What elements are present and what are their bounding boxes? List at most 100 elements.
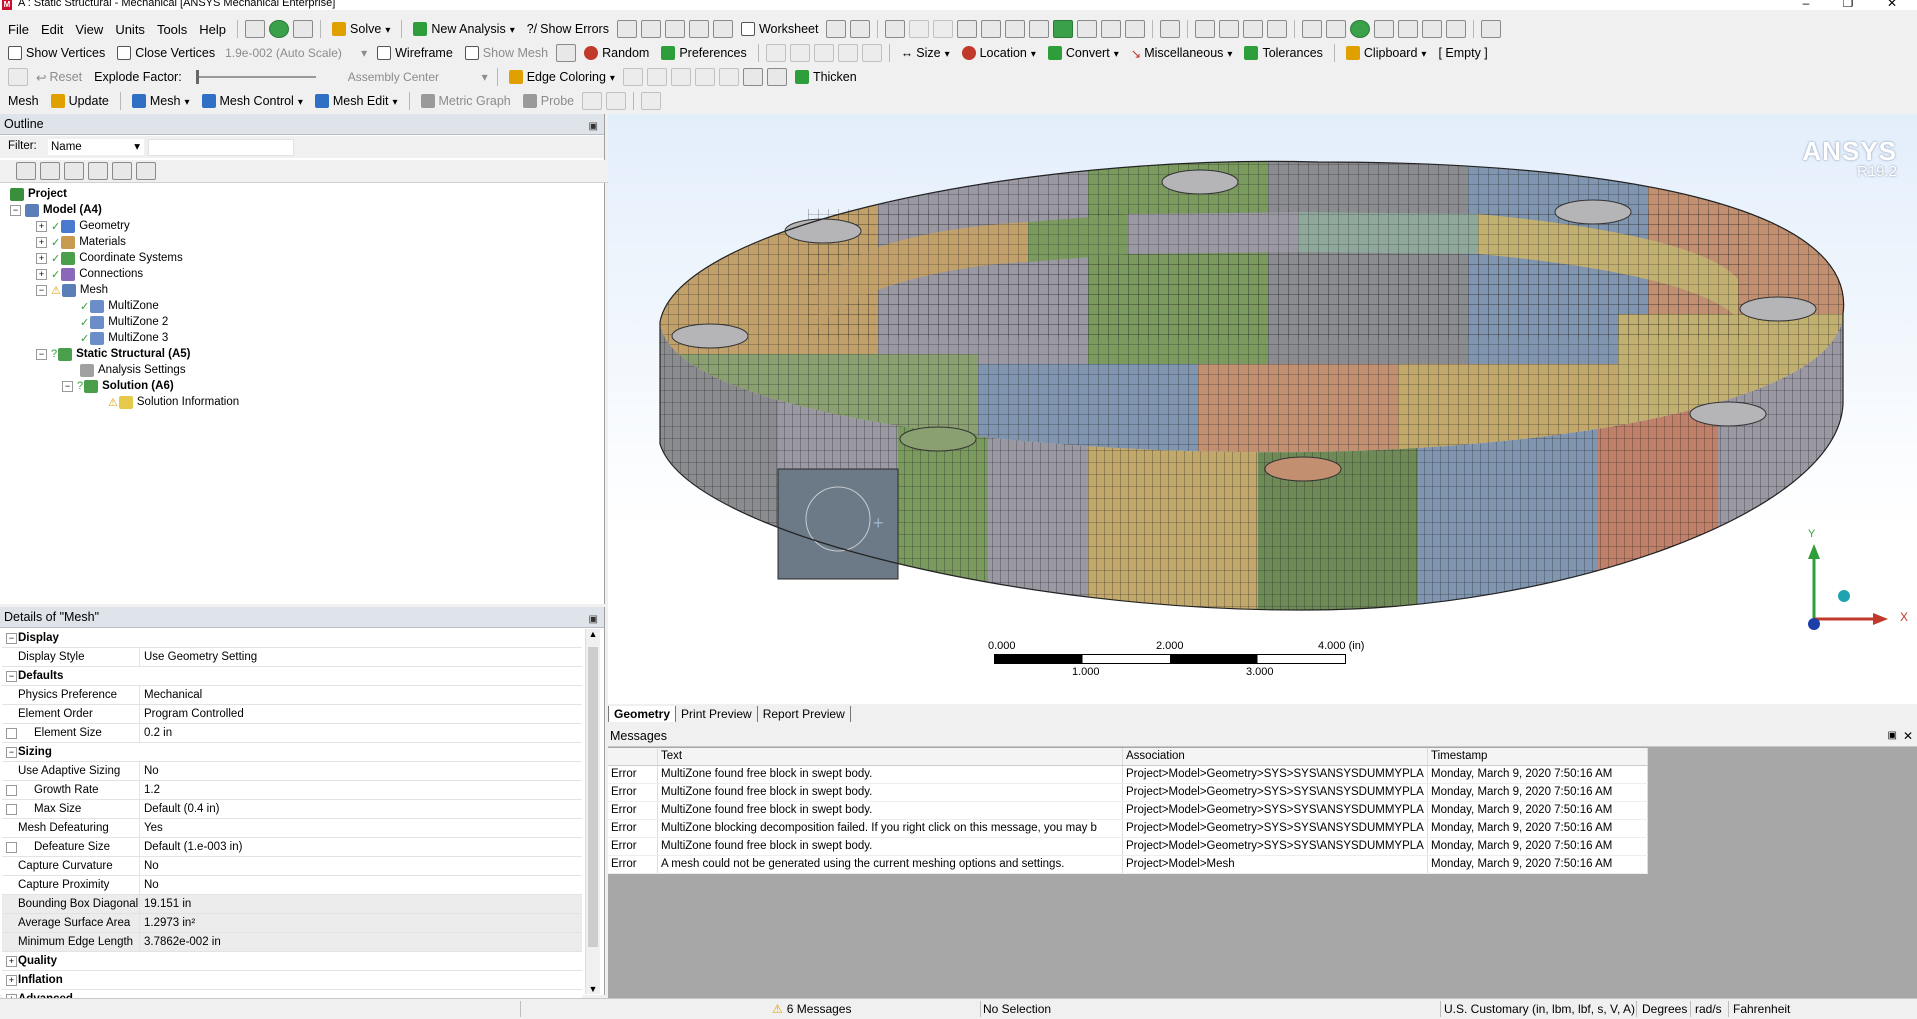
message-row[interactable]: Error MultiZone found free block in swept… <box>608 802 1648 820</box>
tree-node-mesh[interactable]: − ⚠ Mesh <box>36 282 108 298</box>
menu-file[interactable]: File <box>0 22 35 37</box>
collapse-icon[interactable]: − <box>6 747 17 758</box>
node-select-icon[interactable] <box>1029 20 1050 38</box>
edge-coloring-button[interactable]: Edge Coloring <box>503 67 621 87</box>
label-icon[interactable] <box>688 20 709 38</box>
messages-count[interactable]: ⚠ 6 Messages <box>772 1002 851 1016</box>
image-icon[interactable] <box>640 20 661 38</box>
mesh-cut-icon[interactable] <box>556 44 577 62</box>
edge-select-icon[interactable] <box>933 20 954 38</box>
temperature-unit[interactable]: Fahrenheit <box>1733 1002 1790 1016</box>
tree-node-multizone[interactable]: ✓ MultiZone <box>80 298 159 314</box>
details-value[interactable]: 1.2 <box>140 784 160 796</box>
tree-node-model[interactable]: − Model (A4) <box>10 202 102 218</box>
pan-icon[interactable] <box>1219 20 1240 38</box>
ruler-icon[interactable] <box>765 44 786 62</box>
details-value[interactable]: Use Geometry Setting <box>140 651 257 663</box>
show-errors-button[interactable]: ?/Show Errors <box>521 19 615 39</box>
tree-link-icon[interactable] <box>293 20 314 38</box>
menu-view[interactable]: View <box>69 22 109 37</box>
select-all-icon[interactable] <box>1101 20 1122 38</box>
expand-tree-icon[interactable] <box>88 162 108 180</box>
zoom-icon[interactable] <box>1243 20 1264 38</box>
details-value[interactable]: Yes <box>140 822 163 834</box>
details-value[interactable]: 1.2973 in² <box>140 917 195 929</box>
tree-node-geometry[interactable]: + ✓ Geometry <box>36 218 130 234</box>
explode-icon[interactable] <box>8 68 28 86</box>
tree-node-solution[interactable]: −? Solution (A6) <box>62 378 174 394</box>
tab-report-preview[interactable]: Report Preview <box>756 706 851 722</box>
menu-edit[interactable]: Edit <box>35 22 69 37</box>
details-group[interactable]: + Quality <box>2 952 582 971</box>
thicken-tool-icon[interactable] <box>766 68 787 86</box>
restore-icon[interactable]: ❐ <box>1838 0 1858 10</box>
explode-factor-slider[interactable] <box>195 70 316 84</box>
details-group[interactable]: + Inflation <box>2 971 582 990</box>
previous-view-icon[interactable] <box>1398 20 1419 38</box>
tree-node-project[interactable]: Project <box>10 186 67 202</box>
angle-unit[interactable]: Degrees <box>1642 1002 1687 1016</box>
show-vertices-button[interactable]: Show Vertices <box>0 43 111 63</box>
mesh-control-button[interactable]: Mesh Control <box>196 91 309 111</box>
details-row[interactable]: Physics Preference Mechanical <box>2 686 582 705</box>
details-value[interactable]: 19.151 in <box>140 898 191 910</box>
tree-node-connections[interactable]: + ✓ Connections <box>36 266 143 282</box>
assembly-center-combo[interactable]: Assembly Center ▾ <box>343 68 492 86</box>
expand-icon[interactable]: + <box>6 975 17 986</box>
rate-unit[interactable]: rad/s <box>1695 1002 1722 1016</box>
viewport-layout-icon[interactable] <box>1481 20 1502 38</box>
size-button[interactable]: ↔ Size <box>895 43 956 63</box>
tree-node-materials[interactable]: + ✓ Materials <box>36 234 126 250</box>
menu-help[interactable]: Help <box>193 22 232 37</box>
edge-style-5-icon[interactable] <box>718 68 739 86</box>
edge-style-2-icon[interactable] <box>646 68 667 86</box>
column-header[interactable]: Association <box>1123 748 1428 765</box>
face-select-icon[interactable] <box>981 20 1002 38</box>
details-group[interactable]: − Display <box>2 629 582 648</box>
tab-print-preview[interactable]: Print Preview <box>675 706 757 722</box>
new-analysis-button[interactable]: New Analysis <box>407 19 520 39</box>
details-row[interactable]: Element Order Program Controlled <box>2 705 582 724</box>
expand-icon[interactable]: + <box>6 956 17 967</box>
details-row[interactable]: Growth Rate 1.2 <box>2 781 582 800</box>
details-value[interactable]: No <box>140 765 159 777</box>
min-icon[interactable] <box>606 92 627 110</box>
location-button[interactable]: Location <box>956 43 1042 63</box>
scroll-up-icon[interactable]: ▲ <box>586 629 600 639</box>
next-view-icon[interactable] <box>1422 20 1443 38</box>
pin-icon[interactable]: ▣ <box>1888 726 1897 746</box>
zoom-in-icon[interactable] <box>1267 20 1288 38</box>
command-icon[interactable] <box>245 20 266 38</box>
message-row[interactable]: Error MultiZone found free block in swept… <box>608 766 1648 784</box>
display-mode-icon[interactable] <box>1160 20 1181 38</box>
pointer-icon[interactable] <box>957 20 978 38</box>
element-select-icon[interactable] <box>1053 20 1074 38</box>
message-row[interactable]: Error MultiZone found free block in swept… <box>608 784 1648 802</box>
collapse-icon[interactable]: − <box>6 633 17 644</box>
details-row[interactable]: Capture Curvature No <box>2 857 582 876</box>
message-row[interactable]: Error MultiZone found free block in swept… <box>608 838 1648 856</box>
column-header[interactable]: Text <box>658 748 1123 765</box>
check-icon[interactable] <box>269 20 290 38</box>
pin-icon[interactable]: ▣ <box>589 117 598 137</box>
preferences-button[interactable]: Preferences <box>655 43 752 63</box>
tree-node-coordinate-systems[interactable]: + ✓ Coordinate Systems <box>36 250 183 266</box>
details-row[interactable]: Defeature Size Default (1.e-003 in) <box>2 838 582 857</box>
details-value[interactable]: Mechanical <box>140 689 202 701</box>
column-header[interactable] <box>608 748 658 765</box>
details-row[interactable]: Bounding Box Diagonal 19.151 in <box>2 895 582 914</box>
ruler-edge-icon[interactable] <box>837 44 858 62</box>
tree-node-multizone-2[interactable]: ✓ MultiZone 2 <box>80 314 168 330</box>
details-scrollbar[interactable]: ▲ ▼ <box>585 629 600 994</box>
collapse-icon[interactable] <box>40 162 60 180</box>
scroll-thumb[interactable] <box>588 647 598 947</box>
random-colors-button[interactable]: Random <box>578 43 655 63</box>
max-icon[interactable] <box>582 92 603 110</box>
scroll-down-icon[interactable]: ▼ <box>586 984 600 994</box>
graphics-options-icon[interactable] <box>641 92 662 110</box>
details-group[interactable]: − Sizing <box>2 743 582 762</box>
message-row[interactable]: Error A mesh could not be generated using… <box>608 856 1648 874</box>
tree-node-multizone-3[interactable]: ✓ MultiZone 3 <box>80 330 168 346</box>
details-row[interactable]: Display Style Use Geometry Setting <box>2 648 582 667</box>
column-header[interactable]: Timestamp <box>1428 748 1648 765</box>
